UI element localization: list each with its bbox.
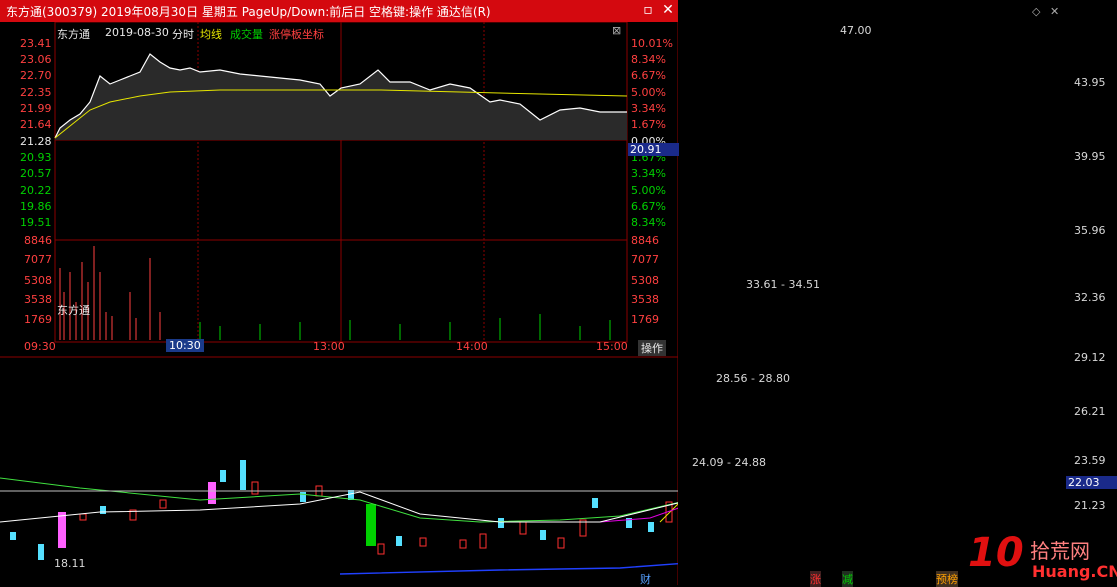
minute-chart-canvas xyxy=(0,22,678,585)
gap-label: 24.09 - 24.88 xyxy=(692,456,766,469)
title-bar[interactable]: 东方通(300379) 2019年08月30日 星期五 PageUp/Down:… xyxy=(0,0,678,22)
kline-price-tick: 29.12 xyxy=(1074,351,1106,364)
panel-close-icon[interactable]: ✕ xyxy=(1050,5,1059,18)
price-tick: 19.86 xyxy=(20,200,52,213)
pct-tick: 6.67% xyxy=(631,200,666,213)
vol-tick: 7077 xyxy=(24,253,52,266)
price-tick: 21.99 xyxy=(20,102,52,115)
kline-price-tick: 43.95 xyxy=(1074,76,1106,89)
volume-label: 成交量 xyxy=(230,28,263,41)
price-tick: 22.70 xyxy=(20,69,52,82)
pct-tick: 3.34% xyxy=(631,102,666,115)
kline-price-tick: 39.95 xyxy=(1074,150,1106,163)
diamond-icon[interactable]: ◇ xyxy=(1032,5,1040,18)
price-tick: 20.22 xyxy=(20,184,52,197)
vol-tick: 3538 xyxy=(631,293,659,306)
price-tick: 19.51 xyxy=(20,216,52,229)
gap-label: 28.56 - 28.80 xyxy=(716,372,790,385)
minute-stock-name: 东方通 xyxy=(57,28,90,41)
price-tick: 21.64 xyxy=(20,118,52,131)
vol-tick: 5308 xyxy=(631,274,659,287)
operate-button[interactable]: 操作 xyxy=(638,340,666,356)
kline-now-price: 22.03 xyxy=(1066,476,1117,489)
time-tick: 13:00 xyxy=(313,340,345,353)
volume-stock-name: 东方通 xyxy=(57,304,90,317)
kline-price-tick: 21.23 xyxy=(1074,499,1106,512)
vol-tick: 7077 xyxy=(631,253,659,266)
price-tick: 21.28 xyxy=(20,135,52,148)
price-tick: 20.93 xyxy=(20,151,52,164)
kline-price-tick: 35.96 xyxy=(1074,224,1106,237)
pct-tick: 10.01% xyxy=(631,37,673,50)
vol-tick: 8846 xyxy=(631,234,659,247)
kline-price-tick: 32.36 xyxy=(1074,291,1106,304)
pct-tick: 1.67% xyxy=(631,118,666,131)
vol-tick: 3538 xyxy=(24,293,52,306)
watermark-text: 拾荒网 xyxy=(1030,539,1090,563)
vol-tick: 5308 xyxy=(24,274,52,287)
vol-tick: 1769 xyxy=(631,313,659,326)
kline-low-label: 18.11 xyxy=(54,557,86,570)
limit-label: 涨停板坐标 xyxy=(269,28,324,41)
pct-tick: 8.34% xyxy=(631,53,666,66)
price-tick: 22.35 xyxy=(20,86,52,99)
avg-line-label: 均线 xyxy=(200,28,222,41)
minute-mode: 分时 xyxy=(172,28,194,41)
time-tick: 15:00 xyxy=(596,340,628,353)
kline-price-tick: 26.21 xyxy=(1074,405,1106,418)
time-tick: 14:00 xyxy=(456,340,488,353)
price-tick: 20.57 xyxy=(20,167,52,180)
kline-price-tick: 23.59 xyxy=(1074,454,1106,467)
price-tick: 23.06 xyxy=(20,53,52,66)
kline-high-label: 47.00 xyxy=(840,24,872,37)
current-price-badge: 20.91 xyxy=(628,143,679,156)
watermark-number: 10 xyxy=(968,530,1024,576)
time-tick-cursor: 10:30 xyxy=(166,339,204,352)
pct-tick: 8.34% xyxy=(631,216,666,229)
price-tick: 23.41 xyxy=(20,37,52,50)
time-tick: 09:30 xyxy=(24,340,56,353)
pct-tick: 5.00% xyxy=(631,184,666,197)
minute-date: 2019-08-30 xyxy=(105,26,169,39)
pct-tick: 3.34% xyxy=(631,167,666,180)
window-title: 东方通(300379) 2019年08月30日 星期五 PageUp/Down:… xyxy=(6,5,491,19)
vol-tick: 1769 xyxy=(24,313,52,326)
pct-tick: 5.00% xyxy=(631,86,666,99)
close-panel-icon[interactable]: ⊠ xyxy=(612,24,621,37)
minimize-button[interactable]: ▫ xyxy=(640,2,656,18)
watermark-domain: Huang.CN xyxy=(1032,562,1117,581)
gap-label: 33.61 - 34.51 xyxy=(746,278,820,291)
pct-tick: 6.67% xyxy=(631,69,666,82)
vol-tick: 8846 xyxy=(24,234,52,247)
close-button[interactable]: ✕ xyxy=(660,2,676,18)
